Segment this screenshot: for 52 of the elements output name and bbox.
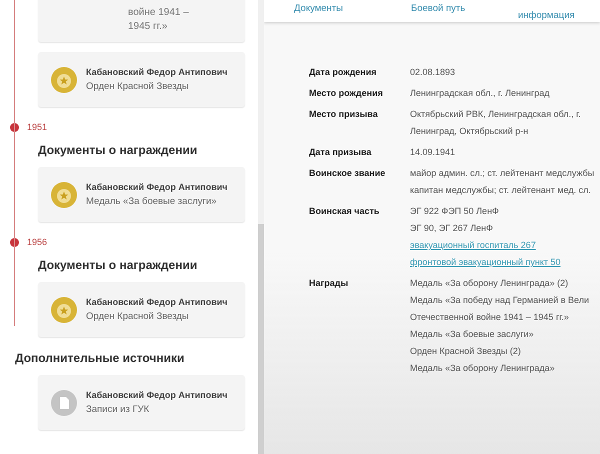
field-value: ЭГ 922 ФЭП 50 ЛенФ — [410, 205, 500, 218]
field-label: Место рождения — [309, 87, 384, 100]
tab[interactable]: информация — [518, 0, 575, 22]
person-name: Кабановский Федор Антипович — [86, 67, 228, 77]
medal-icon — [50, 296, 78, 324]
unit-link[interactable]: эвакуационный госпиталь 267 — [410, 237, 600, 254]
field-value: Медаль «За победу над Германией в Вели — [410, 294, 590, 307]
field-value: Ленинград, Октябрьский р-н — [410, 125, 530, 138]
field-label: Воинская часть — [309, 205, 380, 218]
field-value: 14.09.1941 — [410, 146, 456, 159]
award-title: войне 1941 – — [128, 6, 189, 20]
field-value: Медаль «За боевые заслуги» — [410, 328, 535, 341]
award-card[interactable]: войне 1941 – 1945 гг.» — [38, 0, 245, 42]
tab[interactable]: Боевой путь — [411, 0, 518, 22]
document-icon — [50, 388, 78, 416]
person-name: Кабановский Федор Антипович — [86, 182, 228, 192]
field-value: Ленинградская обл., г. Ленинград — [410, 87, 551, 100]
field-label: Воинское звание — [309, 167, 386, 180]
award-title: 1945 гг.» — [128, 20, 168, 34]
field-label: Награды — [309, 277, 350, 290]
field-label: Место призыва — [309, 108, 379, 121]
award-title: Медаль «За боевые заслуги» — [86, 196, 218, 207]
medal-icon — [50, 180, 78, 208]
field-value: ЭГ 90, ЭГ 267 ЛенФ — [410, 222, 494, 235]
tab[interactable]: Документы — [294, 0, 411, 22]
unit-link[interactable]: фронтовой эвакуационный пункт 50 — [410, 254, 600, 271]
section-heading: Дополнительные источники — [15, 351, 186, 365]
award-card[interactable]: Кабановский Федор Антипович Орден Красной Звезды — [38, 282, 245, 337]
field-label: Дата призыва — [309, 146, 372, 159]
award-title: Записи из ГУК — [86, 404, 150, 415]
field-value: Медаль «За оборону Ленинграда» (2) — [410, 277, 570, 290]
award-card[interactable]: Кабановский Федор Антипович Медаль «За боевые заслуги» — [38, 167, 245, 222]
field-label: Дата рождения — [309, 66, 378, 79]
field-value: Отечественной войне 1941 – 1945 гг.» — [410, 311, 570, 324]
medal-icon — [50, 66, 78, 94]
field-value: Медаль «За оборону Ленинграда» — [410, 362, 556, 375]
year-label: 1956 — [27, 237, 48, 247]
award-title: Орден Красной Звезды — [86, 81, 190, 92]
field-value: капитан медслужбы; ст. лейтенант мед. сл. — [410, 184, 592, 197]
field-value: Орден Красной Звезды (2) — [410, 345, 522, 358]
year-label: 1951 — [27, 122, 48, 132]
award-title: Орден Красной Звезды — [86, 311, 190, 322]
field-value: 02.08.1893 — [410, 66, 456, 79]
person-name: Кабановский Федор Антипович — [86, 297, 228, 307]
award-card[interactable]: Кабановский Федор Антипович Записи из ГУК — [38, 375, 245, 430]
section-heading: Документы о награждении — [38, 143, 198, 157]
award-card[interactable]: Кабановский Федор Антипович Орден Красной Звезды — [38, 52, 245, 107]
field-value: Октябрьский РВК, Ленинградская обл., г. — [410, 108, 582, 121]
section-heading: Документы о награждении — [38, 258, 198, 272]
scrollbar-thumb[interactable] — [258, 224, 264, 454]
field-value: майор админ. сл.; ст. лейтенант медслужбы — [410, 167, 596, 180]
person-name: Кабановский Федор Антипович — [86, 390, 228, 400]
